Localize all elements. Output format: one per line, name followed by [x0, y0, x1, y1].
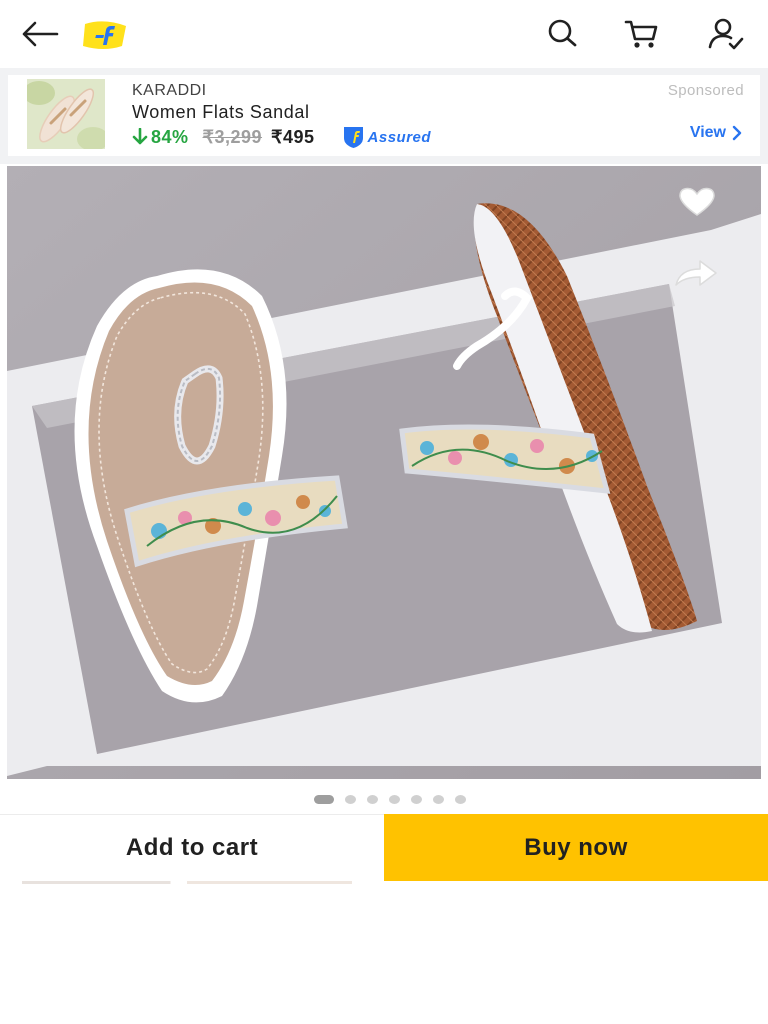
wishlist-button[interactable] [675, 184, 719, 220]
sponsored-label: Sponsored [667, 82, 744, 99]
carousel-dot[interactable] [345, 794, 356, 804]
assured-shield-icon [343, 127, 363, 148]
search-icon[interactable] [542, 14, 582, 54]
chevron-right-icon [732, 125, 742, 141]
carousel-dot[interactable] [455, 794, 466, 804]
ad-selling-price: ₹495 [271, 126, 315, 147]
account-icon[interactable] [706, 14, 746, 54]
assured-label: Assured [367, 128, 432, 146]
ad-discount-value: 84% [151, 126, 189, 147]
carousel-dot[interactable] [411, 794, 422, 804]
share-icon [675, 260, 717, 286]
carousel-dot[interactable] [367, 794, 378, 804]
carousel-dot[interactable] [433, 794, 444, 804]
add-to-cart-button[interactable]: Add to cart [0, 814, 384, 881]
buy-now-button[interactable]: Buy now [384, 814, 768, 881]
ad-view-button[interactable]: View [690, 124, 742, 142]
product-photo [7, 166, 761, 779]
top-app-bar [0, 0, 768, 68]
product-image-carousel[interactable] [7, 166, 761, 779]
content-peek [22, 881, 352, 884]
heart-icon [679, 187, 715, 216]
arrow-down-icon [132, 128, 148, 145]
carousel-dot[interactable] [389, 794, 400, 804]
ad-brand-name: KARADDI [132, 82, 207, 99]
ad-product-title: Women Flats Sandal [132, 102, 310, 122]
flipkart-logo-icon[interactable] [82, 17, 128, 53]
carousel-dot[interactable] [314, 794, 334, 804]
carousel-indicator[interactable] [0, 792, 768, 806]
cart-icon[interactable] [622, 14, 662, 54]
share-button[interactable] [673, 254, 721, 292]
ad-product-thumbnail[interactable] [27, 79, 105, 149]
arrow-left-icon[interactable] [20, 14, 60, 54]
ad-price-row: 84% ₹3,299 ₹495 Assured [132, 126, 431, 148]
ad-original-price: ₹3,299 [202, 126, 263, 147]
ad-view-label: View [689, 124, 726, 141]
ad-discount: 84% [132, 127, 189, 148]
sponsored-ad-card[interactable]: KARADDI Women Flats Sandal 84% ₹3,299 ₹4… [8, 75, 760, 156]
assured-badge: Assured [341, 125, 432, 149]
